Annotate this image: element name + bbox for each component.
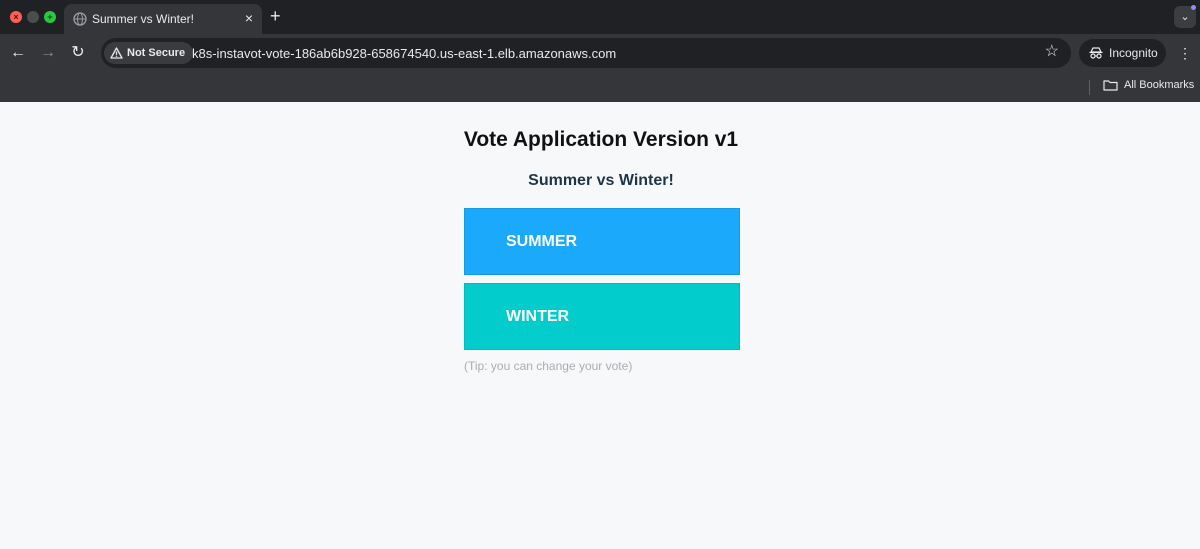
address-bar[interactable]: Not Secure k8s-instavot-vote-186ab6b928-… — [101, 38, 1071, 68]
browser-chrome: × + Summer vs Winter! × + ⌄ ← → ↻ Not Se… — [0, 0, 1200, 102]
vote-summer-button[interactable]: SUMMER — [464, 208, 740, 275]
reload-button[interactable]: ↻ — [68, 43, 88, 63]
site-info-chip[interactable]: Not Secure — [104, 42, 194, 64]
notification-dot — [1191, 5, 1196, 10]
globe-icon — [73, 12, 87, 26]
tab-title: Summer vs Winter! — [92, 12, 195, 26]
browser-menu-icon[interactable]: ⋮ — [1178, 43, 1192, 63]
not-secure-label: Not Secure — [127, 47, 186, 59]
window-minimize-button[interactable] — [27, 11, 39, 23]
incognito-icon — [1089, 47, 1103, 59]
bookmarks-bar: All Bookmarks — [0, 72, 1200, 102]
bookmark-star-icon[interactable]: ☆ — [1045, 43, 1059, 61]
chevron-down-icon: ⌄ — [1180, 11, 1190, 23]
url-text[interactable]: k8s-instavot-vote-186ab6b928-658674540.u… — [192, 46, 616, 61]
tab-search-button[interactable]: ⌄ — [1174, 5, 1196, 28]
page-title: Vote Application Version v1 — [463, 128, 739, 151]
tab-strip: × + Summer vs Winter! × + ⌄ — [0, 0, 1200, 34]
vote-winter-button[interactable]: WINTER — [464, 283, 740, 350]
browser-toolbar: ← → ↻ Not Secure k8s-instavot-vote-186ab… — [0, 34, 1200, 72]
incognito-label: Incognito — [1109, 46, 1158, 60]
browser-tab-active[interactable]: Summer vs Winter! × — [64, 4, 262, 34]
vote-tip-text: (Tip: you can change your vote) — [464, 359, 633, 373]
all-bookmarks-label: All Bookmarks — [1124, 79, 1195, 91]
tab-close-icon[interactable]: × — [245, 10, 253, 26]
all-bookmarks-button[interactable]: All Bookmarks — [1103, 79, 1194, 91]
back-button[interactable]: ← — [8, 43, 28, 63]
forward-button[interactable]: → — [38, 43, 58, 63]
new-tab-button[interactable]: + — [270, 6, 281, 26]
page-content: Vote Application Version v1 Summer vs Wi… — [0, 102, 1200, 549]
bookmarks-divider — [1089, 80, 1090, 95]
close-icon: × — [13, 12, 19, 22]
page-subtitle: Summer vs Winter! — [528, 172, 674, 189]
incognito-profile-button[interactable]: Incognito — [1079, 39, 1166, 67]
warning-icon — [110, 47, 123, 59]
fullscreen-icon: + — [47, 12, 53, 22]
window-maximize-button[interactable]: + — [44, 11, 56, 23]
window-close-button[interactable]: × — [10, 11, 22, 23]
folder-icon — [1103, 80, 1118, 91]
